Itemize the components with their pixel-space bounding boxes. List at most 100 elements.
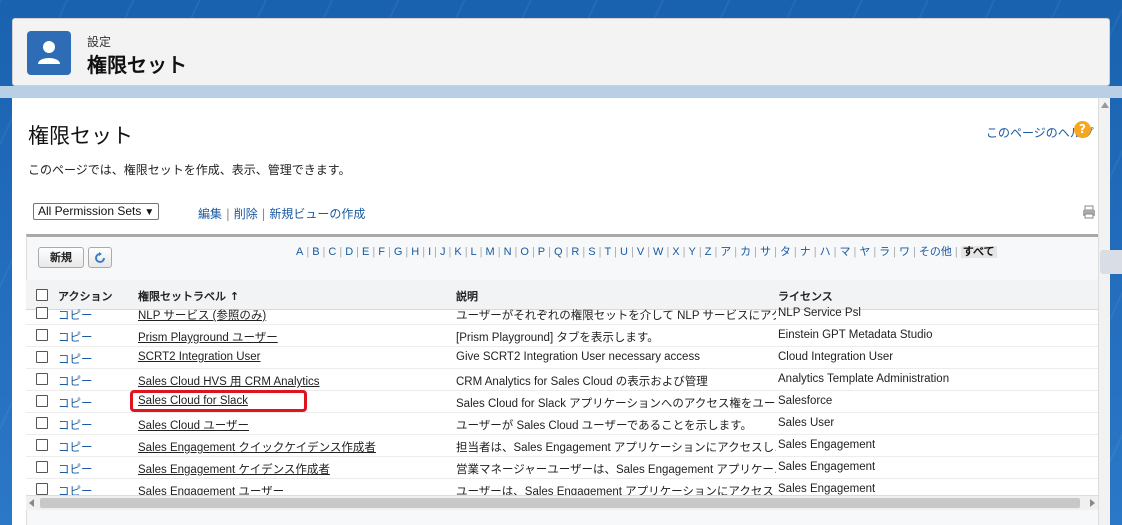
alphabet-letter[interactable]: F	[378, 246, 385, 258]
alphabet-letter[interactable]: ラ	[879, 246, 890, 258]
view-select[interactable]: All Permission Sets ▼	[33, 203, 160, 220]
copy-link[interactable]: コピー	[58, 483, 93, 495]
vertical-scrollbar[interactable]	[1098, 98, 1110, 525]
delete-view-link[interactable]: 削除	[234, 207, 258, 221]
alphabet-letter[interactable]: B	[312, 246, 319, 258]
copy-link[interactable]: コピー	[58, 373, 93, 389]
alphabet-letter[interactable]: ワ	[899, 246, 910, 258]
new-view-link[interactable]: 新規ビューの作成	[269, 207, 365, 221]
alphabet-letter[interactable]: カ	[740, 246, 751, 258]
copy-link[interactable]: コピー	[58, 329, 93, 345]
alphabet-letter[interactable]: Q	[554, 246, 563, 258]
alphabet-letter[interactable]: T	[604, 246, 611, 258]
alphabet-letter[interactable]: サ	[760, 246, 771, 258]
edit-view-link[interactable]: 編集	[198, 207, 222, 221]
permission-set-link[interactable]: Sales Engagement クイックケイデンス作成者	[138, 439, 438, 455]
alphabet-letter[interactable]: E	[362, 246, 369, 258]
row-checkbox[interactable]	[36, 307, 48, 319]
row-checkbox[interactable]	[36, 395, 48, 407]
help-icon[interactable]: ?	[1074, 121, 1091, 138]
row-checkbox[interactable]	[36, 483, 48, 495]
scroll-right-icon[interactable]	[1090, 499, 1095, 507]
permission-set-link[interactable]: NLP サービス (参照のみ)	[138, 307, 438, 323]
copy-link[interactable]: コピー	[58, 351, 93, 367]
alphabet-separator: |	[422, 246, 426, 258]
copy-link[interactable]: コピー	[58, 439, 93, 455]
copy-link[interactable]: コピー	[58, 417, 93, 433]
alphabet-letter[interactable]: H	[411, 246, 419, 258]
scrollbar-thumb[interactable]	[40, 498, 1080, 508]
alphabet-separator: |	[614, 246, 618, 258]
alphabet-letter[interactable]: N	[504, 246, 512, 258]
row-license: Salesforce	[778, 395, 833, 407]
row-checkbox[interactable]	[36, 373, 48, 385]
alphabet-letter[interactable]: W	[653, 246, 663, 258]
alphabet-letter[interactable]: I	[428, 246, 431, 258]
alphabet-separator: |	[372, 246, 376, 258]
alphabet-letter[interactable]: R	[571, 246, 579, 258]
alphabet-letter[interactable]: X	[672, 246, 679, 258]
alphabet-letter[interactable]: K	[454, 246, 461, 258]
table-row: コピー Sales Engagement ケイデンス作成者 営業マネージャーユーザー…	[26, 457, 1098, 479]
print-icon[interactable]	[1082, 205, 1096, 219]
alphabet-letter[interactable]: P	[538, 246, 545, 258]
refresh-button[interactable]	[88, 247, 112, 268]
alphabet-letter[interactable]: M	[486, 246, 495, 258]
permission-set-link[interactable]: Sales Engagement ケイデンス作成者	[138, 461, 438, 477]
row-checkbox[interactable]	[36, 351, 48, 363]
side-panel-tab[interactable]	[1100, 250, 1122, 274]
alphabet-letter[interactable]: すべて	[960, 246, 997, 258]
alphabet-letter[interactable]: ナ	[800, 246, 811, 258]
header-description[interactable]: 説明	[456, 288, 478, 304]
alphabet-letter[interactable]: G	[394, 246, 403, 258]
alphabet-letter[interactable]: J	[440, 246, 446, 258]
permission-set-link[interactable]: Sales Cloud ユーザー	[138, 417, 438, 433]
alphabet-letter[interactable]: L	[471, 246, 477, 258]
alphabet-separator: |	[698, 246, 702, 258]
alphabet-letter[interactable]: Y	[689, 246, 696, 258]
alphabet-letter[interactable]: ヤ	[859, 246, 870, 258]
alphabet-letter[interactable]: C	[328, 246, 336, 258]
alphabet-separator: |	[565, 246, 569, 258]
row-license: Analytics Template Administration	[778, 373, 950, 385]
scroll-left-icon[interactable]	[29, 499, 34, 507]
alphabet-separator: |	[954, 246, 958, 258]
copy-link[interactable]: コピー	[58, 395, 93, 411]
row-license: Einstein GPT Metadata Studio	[778, 329, 933, 341]
permission-set-link[interactable]: Sales Cloud HVS 用 CRM Analytics	[138, 373, 438, 389]
alphabet-letter[interactable]: タ	[780, 246, 791, 258]
alphabet-letter[interactable]: ハ	[820, 246, 831, 258]
alphabet-separator: |	[356, 246, 360, 258]
permission-set-link[interactable]: Prism Playground ユーザー	[138, 329, 438, 345]
copy-link[interactable]: コピー	[58, 461, 93, 477]
permission-set-link[interactable]: Sales Engagement ユーザー	[138, 483, 438, 495]
row-checkbox[interactable]	[36, 439, 48, 451]
refresh-icon	[95, 252, 105, 263]
row-checkbox[interactable]	[36, 461, 48, 473]
copy-link[interactable]: コピー	[58, 307, 93, 323]
table-row: コピー Sales Engagement クイックケイデンス作成者 担当者は、Sal…	[26, 435, 1098, 457]
alphabet-separator: |	[448, 246, 452, 258]
alphabet-letter[interactable]: O	[520, 246, 529, 258]
alphabet-filter: A | B | C | D | E | F | G | H | I | J | K | L | M | N | O | P | Q | R | S | T |…	[296, 243, 997, 259]
scroll-up-icon[interactable]	[1101, 102, 1109, 108]
row-checkbox[interactable]	[36, 329, 48, 341]
alphabet-letter[interactable]: S	[588, 246, 595, 258]
alphabet-letter[interactable]: マ	[839, 246, 850, 258]
alphabet-separator: |	[714, 246, 718, 258]
alphabet-letter[interactable]: V	[637, 246, 644, 258]
new-button[interactable]: 新規	[38, 247, 84, 268]
alphabet-letter[interactable]: Z	[705, 246, 712, 258]
table-row: コピー NLP サービス (参照のみ) ユーザーがそれぞれの権限セットを介して NL…	[26, 303, 1098, 325]
alphabet-letter[interactable]: U	[620, 246, 628, 258]
header-license[interactable]: ライセンス	[778, 288, 833, 304]
row-checkbox[interactable]	[36, 417, 48, 429]
header-label[interactable]: 権限セットラベル ↑	[138, 288, 239, 304]
select-all-checkbox[interactable]	[36, 289, 48, 301]
alphabet-letter[interactable]: ア	[720, 246, 731, 258]
alphabet-letter[interactable]: D	[345, 246, 353, 258]
alphabet-letter[interactable]: その他	[919, 246, 952, 258]
horizontal-scrollbar[interactable]	[26, 495, 1098, 510]
permission-set-link[interactable]: SCRT2 Integration User	[138, 351, 438, 363]
alphabet-letter[interactable]: A	[296, 246, 303, 258]
